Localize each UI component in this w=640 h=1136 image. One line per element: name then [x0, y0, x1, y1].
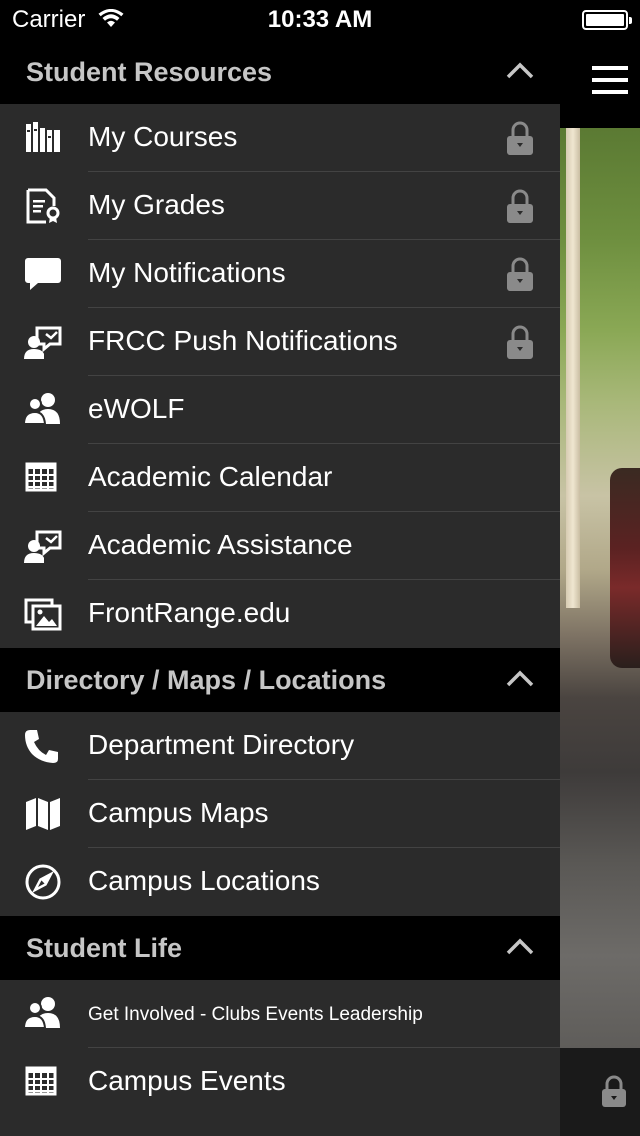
menu-item[interactable]: Campus Locations [0, 848, 560, 916]
menu-item-label: Academic Assistance [88, 529, 353, 560]
menu-item[interactable]: My Courses [0, 104, 560, 172]
speech-bubble-icon [24, 256, 62, 292]
clock: 10:33 AM [267, 6, 373, 33]
section-title: Student Life [26, 933, 182, 963]
menu-item[interactable]: Campus Maps [0, 780, 560, 848]
menu-item-label: My Notifications [88, 257, 286, 288]
lock-icon [506, 256, 534, 292]
menu-item[interactable]: Get Involved - Clubs Events Leadership [0, 980, 560, 1048]
lock-icon[interactable] [600, 1074, 628, 1108]
section-header[interactable]: Student Life [0, 916, 560, 980]
menu-item[interactable]: FrontRange.edu [0, 580, 560, 648]
books-icon [24, 120, 62, 156]
side-menu: Student Resources My Courses My Grades My N… [0, 40, 560, 1136]
menu-item[interactable]: Academic Calendar [0, 444, 560, 512]
chevron-up-icon[interactable] [506, 668, 534, 688]
presenter-icon [24, 324, 62, 360]
menu-item-label: eWOLF [88, 393, 185, 424]
map-icon [24, 796, 62, 832]
section-title: Directory / Maps / Locations [26, 665, 387, 695]
chevron-up-icon[interactable] [506, 60, 534, 80]
menu-item-label: FrontRange.edu [88, 597, 291, 628]
content-bottom-bar [560, 1048, 640, 1136]
phone-icon [24, 728, 62, 764]
main-content-peek[interactable] [560, 40, 640, 1136]
menu-item-label: Academic Calendar [88, 461, 333, 492]
content-top-bar [560, 40, 640, 128]
people-icon [24, 392, 62, 428]
menu-item[interactable]: Department Directory [0, 712, 560, 780]
battery-icon [582, 10, 632, 30]
calendar-grid-icon [24, 1064, 62, 1100]
menu-item[interactable]: Academic Assistance [0, 512, 560, 580]
lock-icon [506, 120, 534, 156]
menu-item-label: Campus Events [88, 1065, 286, 1096]
people-icon [24, 996, 62, 1032]
menu-item[interactable]: My Grades [0, 172, 560, 240]
chevron-up-icon[interactable] [506, 936, 534, 956]
web-image-icon [24, 596, 62, 632]
calendar-grid-icon [24, 460, 62, 496]
section-header[interactable]: Directory / Maps / Locations [0, 648, 560, 712]
menu-item[interactable]: Campus Events [0, 1048, 560, 1116]
menu-icon[interactable] [592, 66, 628, 96]
menu-item-label: Campus Locations [88, 865, 320, 896]
menu-item-label: My Courses [88, 121, 238, 152]
menu-item-label: Campus Maps [88, 797, 269, 828]
section-title: Student Resources [26, 57, 273, 87]
lock-icon [506, 324, 534, 360]
menu-item[interactable]: eWOLF [0, 376, 560, 444]
campus-photo [560, 128, 640, 1048]
menu-item[interactable]: My Notifications [0, 240, 560, 308]
menu-item-label: FRCC Push Notifications [88, 325, 398, 356]
menu-item[interactable]: FRCC Push Notifications [0, 308, 560, 376]
lock-icon [506, 188, 534, 224]
grade-certificate-icon [24, 188, 62, 224]
menu-item-label: My Grades [88, 189, 225, 220]
compass-icon [24, 864, 62, 900]
presenter-icon [24, 528, 62, 564]
menu-item-label: Department Directory [88, 729, 355, 760]
status-bar: Carrier 10:33 AM [0, 0, 640, 40]
section-header[interactable]: Student Resources [0, 40, 560, 104]
menu-item-label: Get Involved - Clubs Events Leadership [88, 1004, 423, 1025]
